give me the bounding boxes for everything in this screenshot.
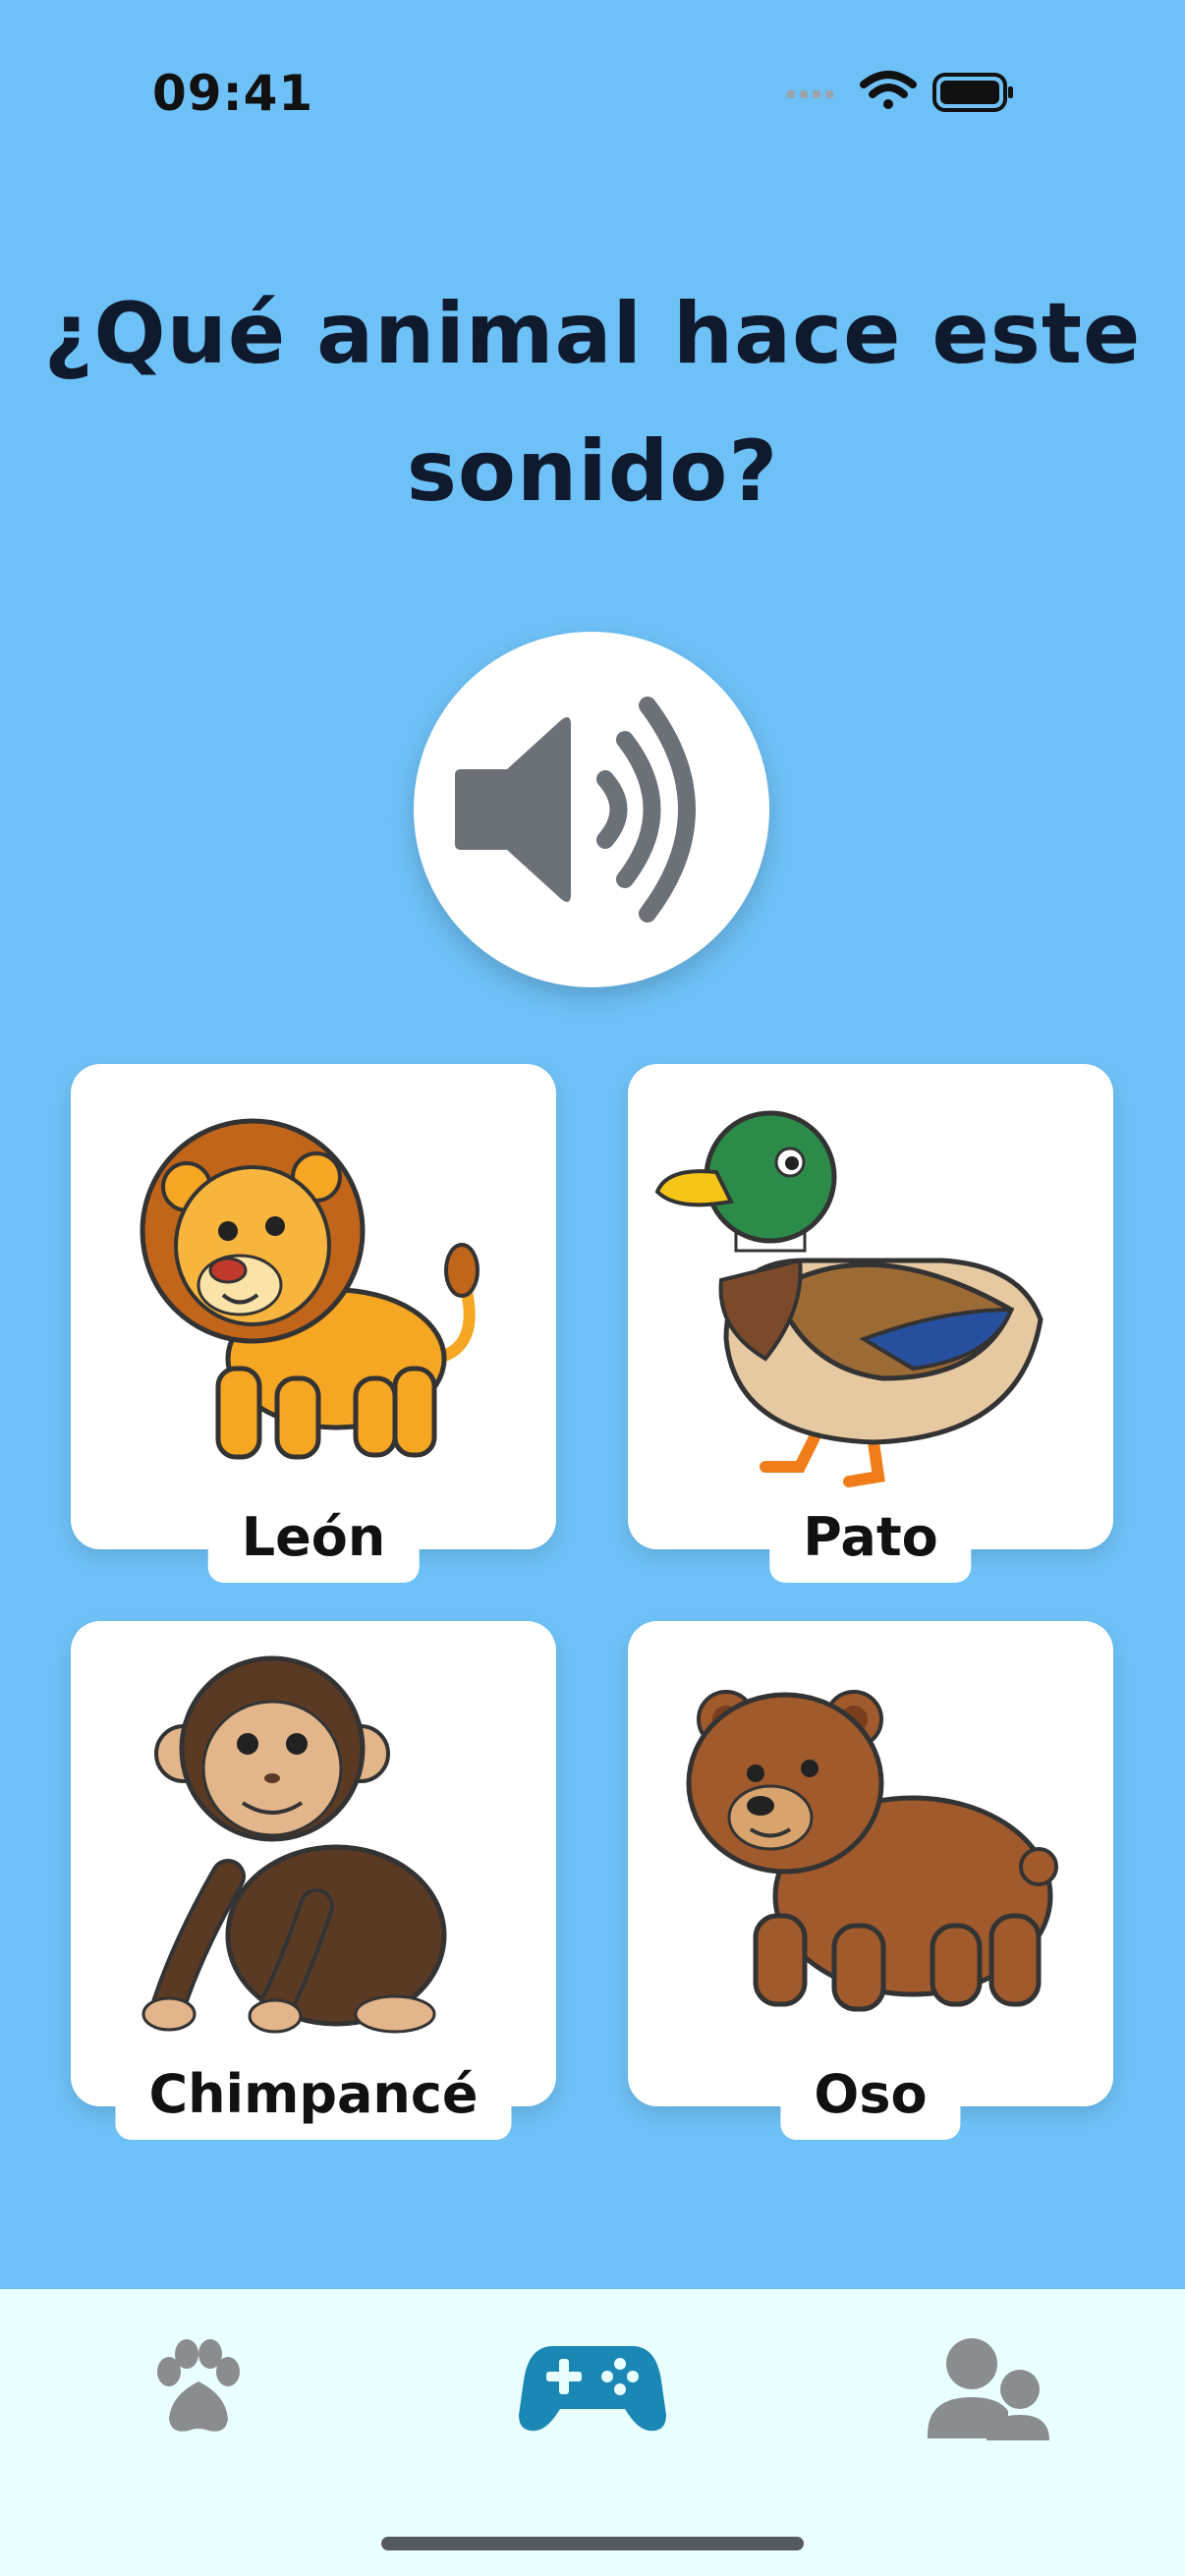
option-label: Oso <box>780 2053 961 2140</box>
tab-games[interactable] <box>519 2336 666 2438</box>
speaker-icon <box>455 697 696 923</box>
wifi-icon <box>860 71 917 109</box>
question-title: ¿Qué animal hace este sonido? <box>43 285 1142 521</box>
signal-dots-icon <box>787 90 833 98</box>
battery-icon <box>932 73 1013 112</box>
tab-animals[interactable] <box>147 2336 250 2442</box>
play-sound-button[interactable] <box>414 632 769 987</box>
option-label: Pato <box>769 1496 972 1583</box>
tab-bar <box>0 2289 1185 2576</box>
gamepad-icon <box>519 2346 666 2432</box>
option-card-bear[interactable]: Oso <box>628 1621 1113 2140</box>
status-time: 09:41 <box>152 65 314 122</box>
option-label: Chimpancé <box>115 2053 512 2140</box>
chimpanzee-illustration <box>141 1655 447 2034</box>
option-card-lion[interactable]: León <box>71 1064 556 1583</box>
bear-illustration <box>686 1690 1058 2012</box>
users-icon <box>928 2338 1049 2440</box>
option-card-duck[interactable]: Pato <box>628 1064 1113 1583</box>
tab-profile[interactable] <box>928 2336 1049 2448</box>
home-indicator <box>381 2537 804 2550</box>
option-card-chimpanzee[interactable]: Chimpancé <box>71 1621 556 2140</box>
status-icons <box>787 69 1082 118</box>
status-bar: 09:41 <box>0 0 1185 187</box>
option-label: León <box>207 1496 420 1583</box>
paw-icon <box>157 2339 240 2432</box>
lion-illustration <box>140 1118 480 1460</box>
duck-illustration <box>654 1110 1044 1487</box>
